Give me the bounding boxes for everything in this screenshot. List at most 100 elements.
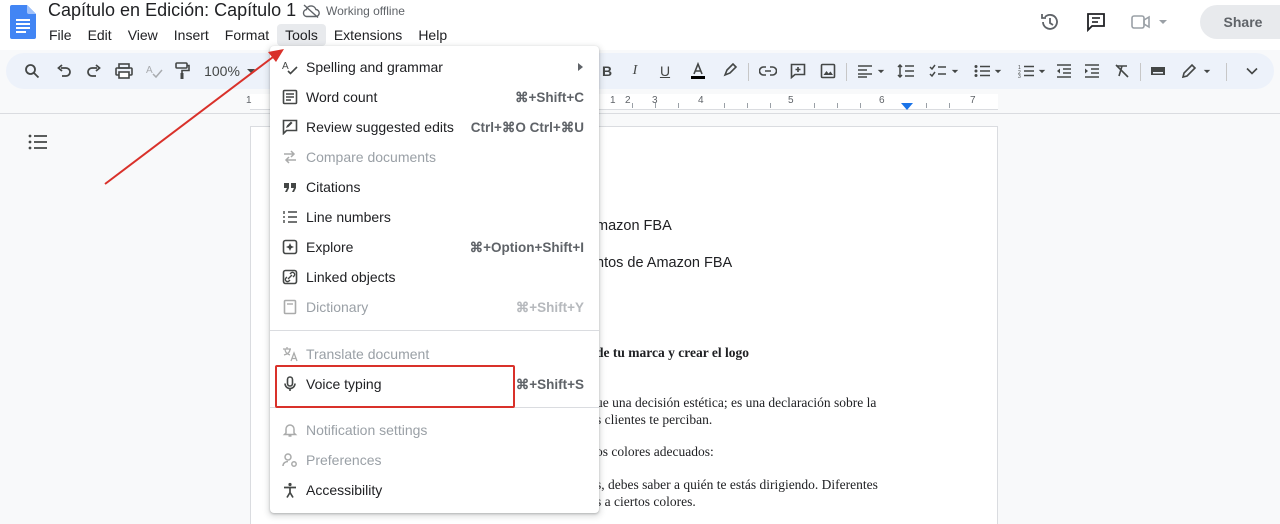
italic-icon[interactable]: I <box>624 53 646 89</box>
checklist-icon[interactable] <box>924 53 964 89</box>
line-numbers-icon <box>283 211 297 223</box>
numbered-list-icon[interactable]: 123 <box>1012 53 1052 89</box>
menu-item-label: Explore <box>306 239 354 255</box>
menu-item-citations[interactable]: Citations <box>270 172 599 202</box>
document-title[interactable]: Capítulo en Edición: Capítulo 1 <box>48 0 296 21</box>
add-comment-icon[interactable] <box>786 53 810 89</box>
menu-item-review-suggested-edits[interactable]: Review suggested edits Ctrl+⌘O Ctrl+⌘U <box>270 112 599 142</box>
ruler-tick <box>814 103 815 108</box>
menu-item-shortcut: ⌘+Option+Shift+I <box>469 240 584 255</box>
menu-item-word-count[interactable]: Word count ⌘+Shift+C <box>270 82 599 112</box>
ruler: 1 1 2 3 4 5 6 7 <box>0 92 1280 112</box>
doc-line: s a ciertos colores. <box>596 494 696 509</box>
menu-item-explore[interactable]: Explore ⌘+Option+Shift+I <box>270 232 599 262</box>
ruler-label: 1 <box>610 95 616 106</box>
print-icon[interactable] <box>112 53 136 89</box>
header: Capítulo en Edición: Capítulo 1 Working … <box>0 0 1280 50</box>
compare-icon <box>284 150 296 164</box>
highlight-color-icon[interactable] <box>718 53 742 89</box>
keyboard-icon[interactable] <box>1146 53 1170 89</box>
menu-item-label: Linked objects <box>306 269 396 285</box>
editing-mode-icon[interactable] <box>1174 53 1218 89</box>
ruler-label: 1 <box>246 95 252 106</box>
tools-menu: A Spelling and grammar Word count ⌘+Shif… <box>270 46 599 513</box>
insert-image-icon[interactable] <box>816 53 840 89</box>
ruler-tick <box>860 103 861 108</box>
undo-icon[interactable] <box>52 53 76 89</box>
chevron-down-icon <box>877 69 885 73</box>
zoom-select[interactable]: 100% <box>202 53 258 89</box>
doc-line: mazon FBA <box>596 218 672 234</box>
ruler-tick <box>747 103 748 108</box>
menu-item-label: Citations <box>306 179 361 195</box>
menu-extensions[interactable]: Extensions <box>326 24 410 46</box>
menu-item-dictionary[interactable]: Dictionary ⌘+Shift+Y <box>270 292 599 322</box>
toolbar-divider <box>1140 63 1141 81</box>
menu-edit[interactable]: Edit <box>80 24 120 46</box>
share-button[interactable]: Share <box>1200 5 1280 39</box>
menu-item-shortcut: ⌘+Shift+Y <box>515 300 584 315</box>
ruler-label: 4 <box>698 95 704 106</box>
docs-logo-icon[interactable] <box>10 5 36 39</box>
decrease-indent-icon[interactable] <box>1052 53 1076 89</box>
zoom-value: 100% <box>204 63 240 79</box>
menu-help[interactable]: Help <box>410 24 455 46</box>
ruler-tick <box>632 103 633 108</box>
doc-line: s clientes te perciban. <box>596 412 713 427</box>
header-actions: Share <box>1032 5 1280 39</box>
offline-status[interactable]: Working offline <box>302 4 405 18</box>
menu-view[interactable]: View <box>120 24 166 46</box>
accessibility-icon <box>284 482 296 498</box>
text-color-icon[interactable] <box>686 53 710 89</box>
menu-item-accessibility[interactable]: Accessibility <box>270 475 599 505</box>
menu-item-label: Preferences <box>306 452 382 468</box>
menu-item-compare-documents[interactable]: Compare documents <box>270 142 599 172</box>
menu-item-notification-settings[interactable]: Notification settings <box>270 415 599 445</box>
redo-icon[interactable] <box>82 53 106 89</box>
menu-item-label: Compare documents <box>306 149 436 165</box>
collapse-toolbar-icon[interactable] <box>1240 53 1264 89</box>
menu-item-spelling-grammar[interactable]: A Spelling and grammar <box>270 52 599 82</box>
meet-video-icon[interactable] <box>1124 7 1174 37</box>
ruler-tick <box>655 103 656 108</box>
version-history-icon[interactable] <box>1032 7 1068 37</box>
underline-icon[interactable]: U <box>654 53 676 89</box>
menu-tools[interactable]: Tools <box>277 24 326 46</box>
menu-item-linked-objects[interactable]: Linked objects <box>270 262 599 292</box>
insert-link-icon[interactable] <box>756 53 780 89</box>
menu-item-label: Notification settings <box>306 422 428 438</box>
clear-formatting-icon[interactable] <box>1110 53 1134 89</box>
menu-item-label: Review suggested edits <box>306 119 454 135</box>
menu-item-line-numbers[interactable]: Line numbers <box>270 202 599 232</box>
line-spacing-icon[interactable] <box>894 53 918 89</box>
menu-format[interactable]: Format <box>217 24 277 46</box>
spellcheck-toolbar-icon[interactable]: A <box>142 53 166 89</box>
chevron-down-icon <box>1038 69 1046 73</box>
toolbar-divider <box>1226 63 1227 81</box>
document-outline-icon[interactable] <box>28 133 48 156</box>
menu-item-shortcut: ⌘+Shift+C <box>514 90 584 105</box>
menu-file[interactable]: File <box>41 24 80 46</box>
review-edits-icon <box>282 119 298 135</box>
menu-insert[interactable]: Insert <box>166 24 217 46</box>
search-menus-icon[interactable] <box>20 53 44 89</box>
doc-line: ntos de Amazon FBA <box>596 255 733 271</box>
right-indent-marker[interactable] <box>901 103 913 110</box>
menu-item-shortcut: ⌘+Shift+S <box>515 377 584 392</box>
word-count-icon <box>282 89 298 105</box>
menu-item-label: Dictionary <box>306 299 369 315</box>
svg-text:3: 3 <box>1018 74 1021 78</box>
paint-format-icon[interactable] <box>170 53 194 89</box>
ruler-tick <box>949 103 950 108</box>
increase-indent-icon[interactable] <box>1080 53 1104 89</box>
menu-item-label: Line numbers <box>306 209 391 225</box>
menu-item-preferences[interactable]: Preferences <box>270 445 599 475</box>
explore-icon <box>282 239 298 255</box>
offline-status-label: Working offline <box>326 4 405 18</box>
ruler-label: 2 <box>625 95 631 106</box>
bold-icon[interactable]: B <box>596 53 618 89</box>
svg-text:A: A <box>282 61 289 72</box>
comments-icon[interactable] <box>1078 7 1114 37</box>
bulleted-list-icon[interactable] <box>968 53 1008 89</box>
align-icon[interactable] <box>854 53 888 89</box>
